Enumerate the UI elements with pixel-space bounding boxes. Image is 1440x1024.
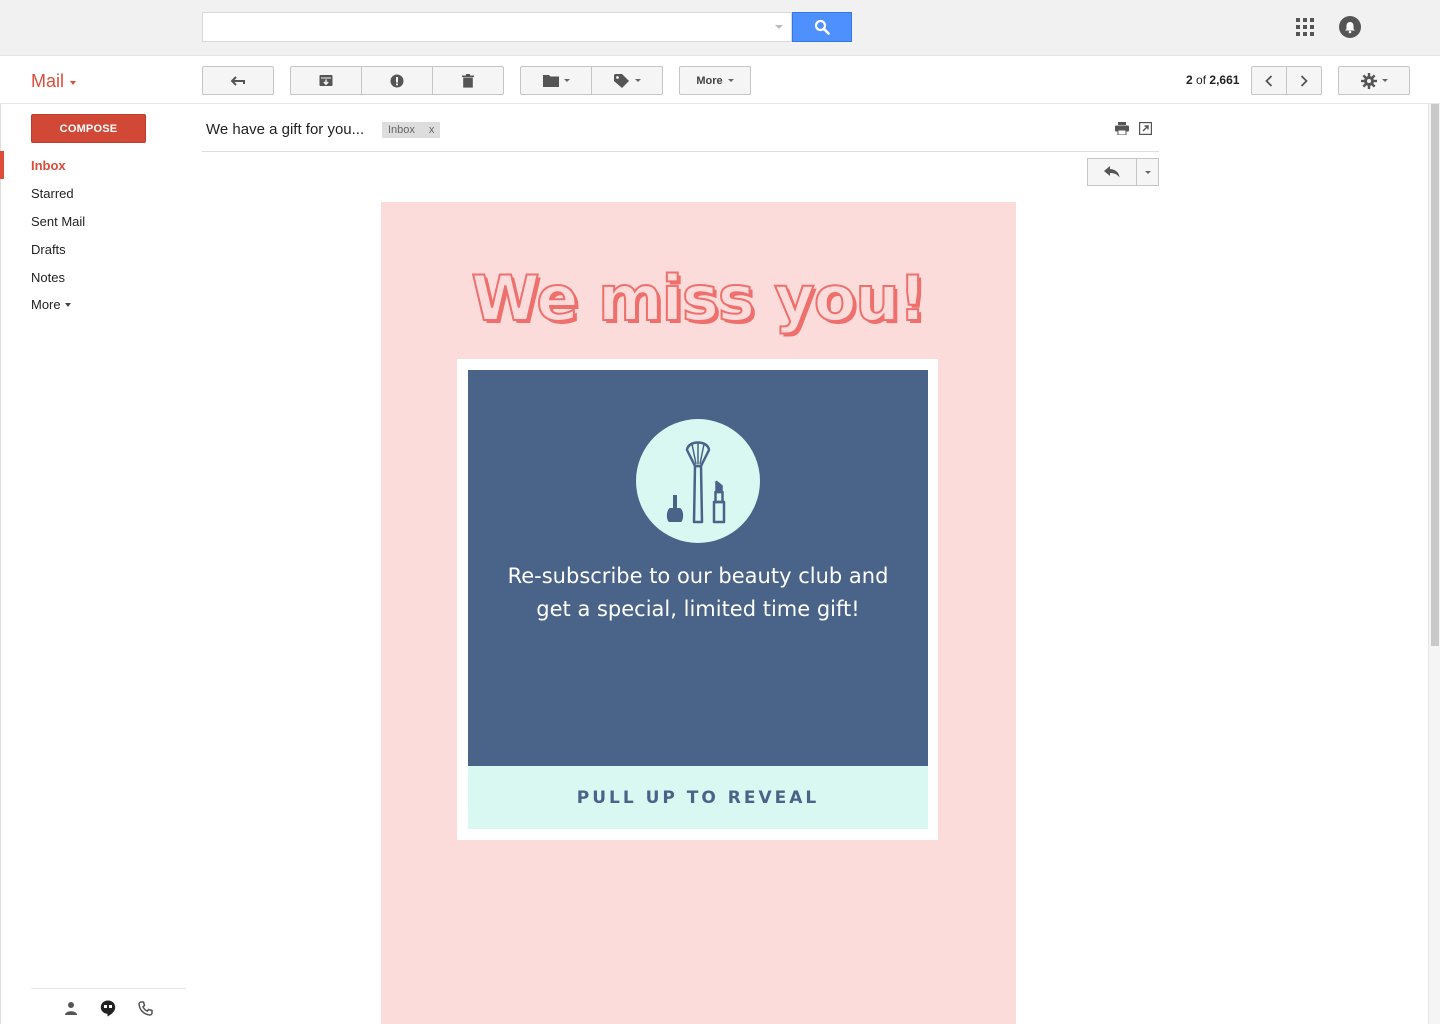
- organize-actions-group: [520, 66, 663, 95]
- sidebar-item-label: More: [31, 296, 61, 312]
- label-chip-text: Inbox: [388, 124, 415, 136]
- reply-icon: [1104, 166, 1120, 178]
- back-to-inbox-button[interactable]: [202, 66, 274, 95]
- caret-down-icon: [634, 79, 641, 82]
- message-actions-group: [290, 66, 504, 95]
- beauty-icon-badge: [636, 419, 760, 543]
- gear-icon: [1360, 72, 1377, 89]
- promo-message-line-1: Re-subscribe to our beauty club and: [507, 564, 889, 588]
- reply-button[interactable]: [1087, 158, 1137, 186]
- makeup-brush-icon: [666, 441, 726, 524]
- open-in-new-window-button[interactable]: [1138, 121, 1153, 138]
- inbox-label-chip: Inbox x: [382, 122, 441, 138]
- back-arrow-icon: [231, 75, 245, 86]
- more-reply-options-button[interactable]: [1136, 158, 1159, 186]
- remove-label-button[interactable]: x: [429, 124, 435, 136]
- more-actions-label: More: [696, 74, 723, 87]
- sidebar-item-notes[interactable]: Notes: [0, 263, 186, 291]
- toolbar: Mail More 2 of 2,661: [0, 56, 1440, 104]
- search-input[interactable]: [203, 13, 763, 41]
- search-button[interactable]: [792, 12, 852, 42]
- pagination-count: 2 of 2,661: [1186, 73, 1239, 87]
- caret-down-icon: [1144, 170, 1151, 174]
- phone-tab[interactable]: [136, 999, 154, 1017]
- header-divider: [202, 151, 1159, 152]
- scrollbar-thumb[interactable]: [1431, 104, 1439, 646]
- reply-controls: [1087, 158, 1159, 186]
- more-actions-button[interactable]: More: [679, 66, 751, 95]
- email-headline: We miss you!: [470, 261, 927, 336]
- pull-up-to-reveal-button[interactable]: PULL UP TO REVEAL: [468, 766, 928, 829]
- person-icon: [65, 1002, 77, 1015]
- print-icon: [1115, 122, 1129, 136]
- search-options-caret-icon[interactable]: [775, 25, 783, 29]
- hangouts-icon: [100, 1000, 116, 1016]
- pager-nav-group: [1251, 66, 1322, 95]
- chevron-left-icon: [1265, 74, 1273, 87]
- promo-message-line-2: get a special, limited time gift!: [536, 597, 860, 621]
- mail-label: Mail: [31, 71, 65, 91]
- new-window-icon: [1138, 121, 1153, 136]
- pager-current: 2: [1186, 73, 1193, 87]
- search-icon: [814, 19, 830, 35]
- folder-icon: [542, 75, 559, 87]
- delete-button[interactable]: [432, 66, 504, 95]
- sidebar-item-label: Starred: [31, 185, 74, 201]
- newer-button[interactable]: [1251, 66, 1287, 95]
- mail-switcher[interactable]: Mail: [31, 71, 77, 92]
- caret-down-icon: [1381, 79, 1388, 82]
- caret-down-icon: [563, 79, 570, 82]
- labels-button[interactable]: [591, 66, 663, 95]
- sidebar-item-label: Notes: [31, 269, 65, 285]
- caret-down-icon: [70, 80, 77, 85]
- promo-message: Re-subscribe to our beauty club and get …: [468, 560, 928, 626]
- search-box[interactable]: [202, 12, 792, 42]
- compose-button[interactable]: COMPOSE: [31, 114, 146, 143]
- hangouts-tab[interactable]: [99, 999, 117, 1017]
- sidebar-item-drafts[interactable]: Drafts: [0, 235, 186, 263]
- caret-down-icon: [727, 79, 734, 82]
- chevron-right-icon: [1300, 74, 1308, 87]
- pager-total: 2,661: [1209, 73, 1240, 87]
- notifications-icon[interactable]: [1339, 16, 1361, 38]
- trash-icon: [462, 73, 474, 88]
- older-button[interactable]: [1286, 66, 1322, 95]
- pager-of: of: [1196, 73, 1207, 87]
- label-tag-icon: [613, 73, 629, 88]
- sidebar-item-label: Inbox: [31, 157, 66, 173]
- page-scrollbar[interactable]: [1428, 104, 1440, 1024]
- apps-grid-icon[interactable]: [1296, 18, 1314, 36]
- archive-icon: [319, 75, 333, 86]
- report-spam-icon: [390, 74, 404, 87]
- caret-down-icon: [64, 302, 71, 307]
- message-subject: We have a gift for you...: [206, 121, 365, 138]
- move-to-button[interactable]: [520, 66, 592, 95]
- sidebar-item-sent-mail[interactable]: Sent Mail: [0, 207, 186, 235]
- top-bar: [0, 0, 1440, 56]
- settings-button[interactable]: [1338, 66, 1410, 95]
- sidebar-item-label: Drafts: [31, 241, 66, 257]
- phone-icon: [137, 1000, 153, 1016]
- sidebar-item-inbox[interactable]: Inbox: [0, 151, 186, 179]
- sidebar-item-label: Sent Mail: [31, 213, 86, 229]
- contacts-tab[interactable]: [62, 999, 80, 1017]
- print-all-button[interactable]: [1115, 122, 1129, 138]
- sidebar-item-more[interactable]: More: [0, 290, 186, 318]
- report-spam-button[interactable]: [361, 66, 433, 95]
- sidebar-item-starred[interactable]: Starred: [0, 179, 186, 207]
- archive-button[interactable]: [290, 66, 362, 95]
- sidebar-footer: [31, 988, 186, 1024]
